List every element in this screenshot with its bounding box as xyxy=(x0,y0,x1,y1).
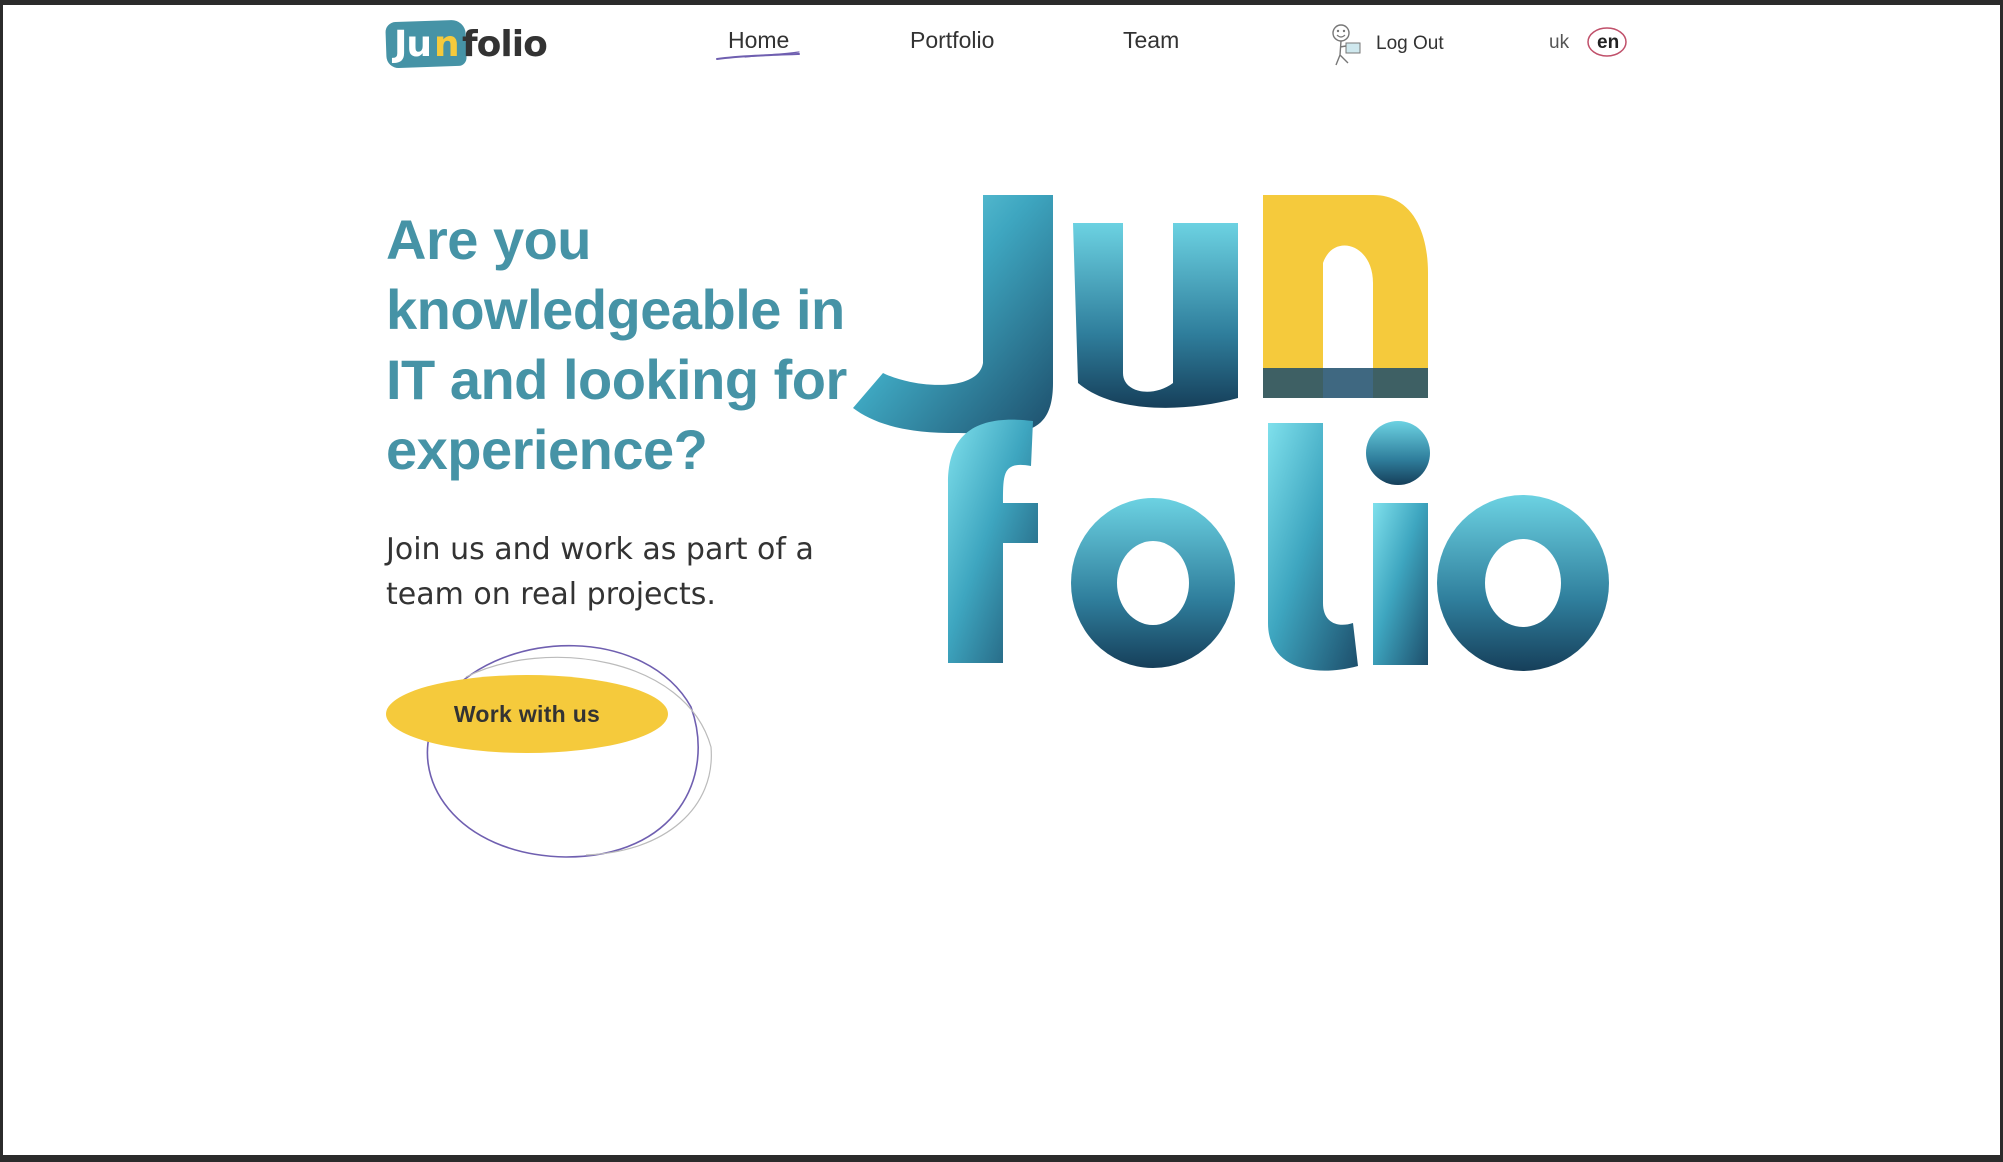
hero-subtext: Join us and work as part of a team on re… xyxy=(386,532,814,612)
art-letter-n xyxy=(1263,195,1428,398)
nav-portfolio[interactable]: Portfolio xyxy=(910,27,994,54)
cta-area: Work with us xyxy=(386,637,726,867)
art-letter-u xyxy=(1073,223,1238,408)
hero-headline: Are you knowledgeable in IT and looking … xyxy=(386,208,847,481)
art-letter-i-dot xyxy=(1366,421,1430,485)
art-letter-f xyxy=(948,419,1038,663)
user-figure-icon xyxy=(1332,24,1361,66)
lang-en-label: en xyxy=(1597,32,1620,53)
work-with-us-button[interactable]: Work with us xyxy=(386,675,668,753)
logo-text-ju: Ju xyxy=(394,24,432,65)
art-letter-j xyxy=(853,195,1053,434)
nav-active-underline xyxy=(716,51,800,60)
art-letter-i xyxy=(1373,503,1428,665)
hero-junfolio-art xyxy=(853,195,1609,671)
nav-team[interactable]: Team xyxy=(1123,27,1179,54)
logout-label: Log Out xyxy=(1376,33,1444,54)
art-letter-l xyxy=(1268,423,1358,671)
lang-en[interactable]: en xyxy=(1585,25,1629,59)
logo-text-n: n xyxy=(434,24,460,65)
logo-text-folio: folio xyxy=(462,24,548,65)
page: Ju n folio Home Portfolio Team Log Out u… xyxy=(3,5,2000,1155)
site-logo[interactable]: Ju n folio xyxy=(385,19,548,71)
lang-uk[interactable]: uk xyxy=(1549,32,1569,54)
